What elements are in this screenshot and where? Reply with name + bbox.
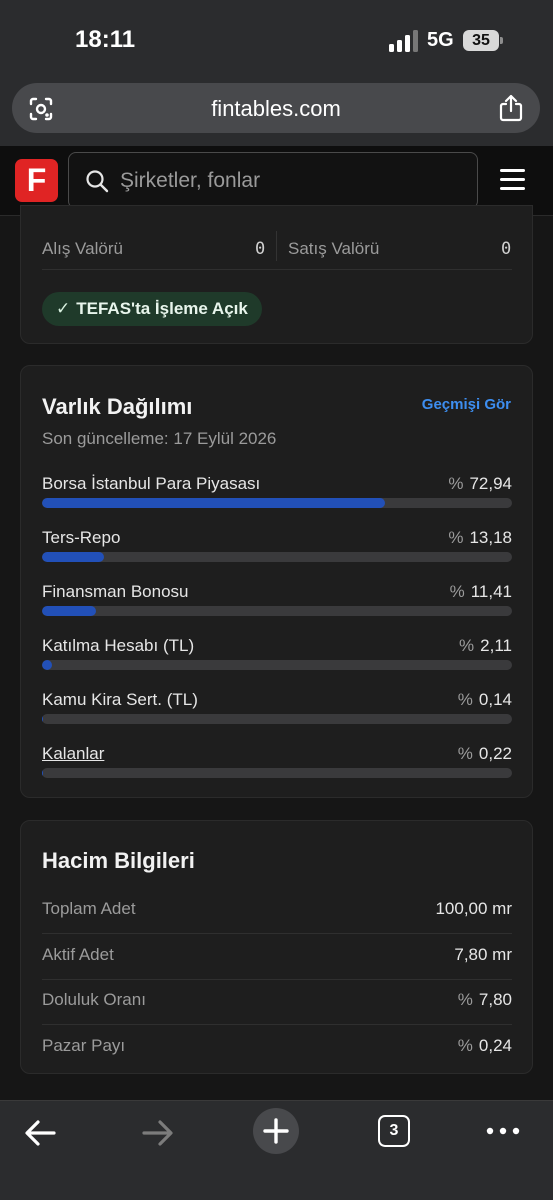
hamburger-menu-icon[interactable]	[500, 169, 525, 191]
battery-cap	[500, 37, 503, 44]
allocation-bar-track	[42, 768, 512, 778]
search-input[interactable]: Şirketler, fonlar	[68, 152, 478, 209]
allocation-bar-fill	[42, 660, 52, 670]
asset-percent-value: 0,14	[478, 690, 512, 709]
volume-value: % 0,24	[458, 1036, 512, 1056]
asset-allocation-card: Varlık Dağılımı Geçmişi Gör Son güncelle…	[20, 365, 533, 798]
volume-value: 7,80 mr	[454, 945, 512, 965]
asset-name: Katılma Hesabı (TL)	[42, 636, 195, 655]
percent-sign: %	[459, 636, 475, 655]
asset-row: Kamu Kira Sert. (TL)% 0,14	[42, 690, 512, 730]
asset-percent-value: 72,94	[469, 474, 512, 493]
search-placeholder: Şirketler, fonlar	[120, 169, 261, 192]
back-arrow-icon[interactable]	[22, 1111, 58, 1155]
sell-valor-label: Satış Valörü	[288, 239, 380, 258]
valor-card: Alış Valörü 0 Satış Valörü 0 ✓ TEFAS'ta İ…	[20, 205, 533, 344]
asset-row: Katılma Hesabı (TL)% 2,11	[42, 636, 512, 676]
percent-sign: %	[449, 582, 465, 601]
url-text[interactable]: fintables.com	[12, 96, 540, 122]
network-type: 5G	[427, 29, 454, 51]
buy-valor-value: 0	[255, 239, 266, 259]
volume-label: Aktif Adet	[42, 944, 114, 964]
volume-title: Hacim Bilgileri	[42, 848, 195, 873]
volume-value-text: 7,80 mr	[454, 944, 512, 964]
asset-name: Finansman Bonosu	[42, 582, 189, 601]
new-tab-button[interactable]	[253, 1108, 299, 1154]
asset-name: Kamu Kira Sert. (TL)	[42, 690, 198, 709]
history-link[interactable]: Geçmişi Gör	[422, 396, 511, 413]
volume-value-text: 0,24	[478, 1035, 512, 1055]
allocation-bar-track	[42, 606, 512, 616]
volume-row: Pazar Payı% 0,24	[42, 1026, 512, 1071]
percent-sign: %	[457, 990, 473, 1009]
last-updated: Son güncelleme: 17 Eylül 2026	[42, 429, 277, 448]
volume-value: 100,00 mr	[435, 899, 512, 919]
volume-card: Hacim Bilgileri Toplam Adet 100,00 mr Akti…	[20, 820, 533, 1074]
valor-divider	[276, 231, 277, 261]
allocation-bar-fill	[42, 498, 385, 508]
allocation-bar-track	[42, 552, 512, 562]
address-bar[interactable]: fintables.com	[12, 83, 540, 133]
browser-toolbar: fintables.com	[0, 80, 553, 146]
asset-name: Ters-Repo	[42, 528, 121, 547]
volume-label: Doluluk Oranı	[42, 990, 146, 1009]
asset-row: Borsa İstanbul Para Piyasası% 72,94	[42, 474, 512, 514]
allocation-bar-fill	[42, 714, 43, 724]
divider	[42, 269, 512, 270]
allocation-bar-track	[42, 714, 512, 724]
tefas-status-badge: ✓ TEFAS'ta İşleme Açık	[42, 292, 262, 326]
asset-percent-value: 13,18	[469, 528, 512, 547]
share-icon[interactable]	[498, 94, 524, 122]
volume-label: Toplam Adet	[42, 899, 136, 918]
volume-row: Toplam Adet 100,00 mr	[42, 889, 512, 934]
asset-row: Finansman Bonosu% 11,41	[42, 582, 512, 622]
asset-row: Ters-Repo% 13,18	[42, 528, 512, 568]
allocation-title: Varlık Dağılımı	[42, 394, 193, 419]
asset-name[interactable]: Kalanlar	[42, 744, 104, 764]
allocation-bar-track	[42, 498, 512, 508]
asset-percent: % 0,14	[458, 690, 512, 710]
percent-sign: %	[448, 474, 464, 493]
fintables-logo[interactable]: F	[15, 159, 58, 202]
percent-sign: %	[457, 744, 473, 763]
tabs-button[interactable]: 3	[378, 1115, 410, 1147]
percent-sign: %	[457, 690, 473, 709]
asset-percent-value: 0,22	[478, 744, 512, 763]
forward-arrow-icon[interactable]	[140, 1111, 176, 1155]
volume-row: Aktif Adet 7,80 mr	[42, 935, 512, 980]
plus-icon	[263, 1118, 289, 1144]
asset-percent: % 2,11	[459, 636, 512, 656]
allocation-bar-fill	[42, 768, 44, 778]
volume-value-text: 100,00 mr	[435, 899, 512, 918]
asset-percent: % 72,94	[448, 474, 512, 494]
status-time: 18:11	[75, 26, 136, 53]
allocation-bar-fill	[42, 606, 96, 616]
percent-sign: %	[448, 528, 464, 547]
percent-sign: %	[457, 1035, 473, 1055]
volume-value-text: 7,80	[478, 990, 512, 1009]
asset-percent-value: 11,41	[470, 582, 512, 601]
asset-percent: % 13,18	[448, 528, 512, 548]
sell-valor-value: 0	[501, 239, 512, 259]
more-options-icon[interactable]	[486, 1111, 520, 1155]
search-icon	[86, 170, 109, 193]
volume-label: Pazar Payı	[42, 1035, 126, 1055]
volume-row: Doluluk Oranı% 7,80	[42, 980, 512, 1025]
status-bar: 18:11 5G 35	[0, 0, 553, 80]
valor-row: Alış Valörü 0 Satış Valörü 0	[42, 239, 512, 259]
asset-percent: % 0,22	[458, 744, 512, 764]
allocation-bar-fill	[42, 552, 104, 562]
signal-icon	[389, 30, 418, 52]
allocation-bar-track	[42, 660, 512, 670]
check-icon: ✓	[56, 299, 71, 318]
asset-row[interactable]: Kalanlar% 0,22	[42, 744, 512, 784]
asset-percent: % 11,41	[450, 582, 512, 602]
tefas-status-text: TEFAS'ta İşleme Açık	[76, 299, 248, 318]
buy-valor-label: Alış Valörü	[42, 239, 123, 258]
battery-icon: 35	[463, 30, 499, 51]
asset-name: Borsa İstanbul Para Piyasası	[42, 474, 261, 493]
browser-bottom-bar: 3	[0, 1100, 553, 1200]
volume-value: % 7,80	[458, 990, 512, 1010]
asset-percent-value: 2,11	[480, 636, 512, 655]
